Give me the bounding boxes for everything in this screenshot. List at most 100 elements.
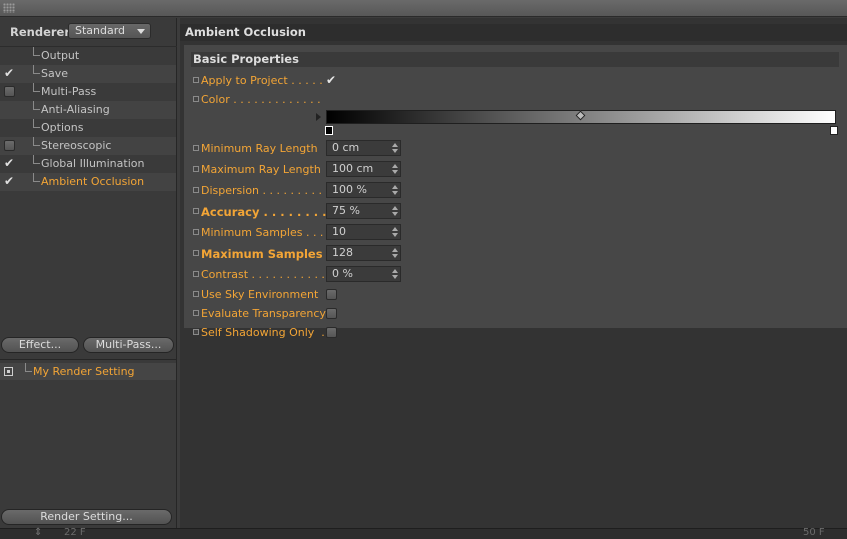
apply-to-project-checkbox[interactable]: ✔ — [326, 73, 336, 87]
timeline-start-frame: 22 F — [64, 527, 86, 538]
timeline-spinner-icon[interactable]: ⇕ — [34, 527, 42, 538]
spinner-icon[interactable] — [392, 143, 398, 153]
group-title: Basic Properties — [191, 52, 839, 67]
effect-button[interactable]: Effect... — [1, 337, 79, 353]
multi-pass-button[interactable]: Multi-Pass... — [83, 337, 174, 353]
self-shadowing-label: Self Shadowing Only . — [201, 326, 325, 339]
timeline-end-frame: 50 F — [803, 527, 825, 538]
field-value: 100 % — [332, 183, 367, 196]
accuracy-row: Accuracy . . . . . . . . . . 75 % — [193, 202, 843, 221]
spinner-icon[interactable] — [392, 269, 398, 279]
dispersion-field[interactable]: 100 % — [326, 182, 401, 198]
accuracy-label: Accuracy . . . . . . . . . . — [201, 205, 344, 219]
grip-icon[interactable] — [3, 3, 15, 13]
min-ray-length-row: Minimum Ray Length 0 cm — [193, 139, 843, 158]
self-shadowing-checkbox[interactable] — [326, 327, 337, 338]
spinner-icon[interactable] — [392, 164, 398, 174]
tree-connector — [33, 83, 40, 92]
dispersion-row: Dispersion . . . . . . . . . . 100 % — [193, 181, 843, 200]
render-settings-sidebar: Renderer Standard Output ✔ Save Multi-Pa… — [0, 18, 177, 528]
spinner-icon[interactable] — [392, 248, 398, 258]
max-samples-row: Maximum Samples 128 — [193, 244, 843, 263]
gradient-knot-black[interactable] — [325, 126, 333, 135]
render-setting-label: My Render Setting — [33, 365, 135, 378]
basic-properties-group: Basic Properties Apply to Project . . . … — [184, 45, 847, 339]
evaluate-transparency-row: Evaluate Transparency — [193, 304, 843, 323]
checkmark-icon[interactable]: ✔ — [4, 67, 15, 79]
keyframe-dot-icon[interactable] — [193, 229, 199, 235]
settings-tree: Output ✔ Save Multi-Pass Anti-Aliasing O… — [0, 47, 176, 191]
max-ray-length-field[interactable]: 100 cm — [326, 161, 401, 177]
tree-item-global-illumination[interactable]: ✔ Global Illumination — [0, 155, 176, 173]
tree-item-label: Global Illumination — [41, 157, 145, 170]
keyframe-dot-icon[interactable] — [193, 271, 199, 277]
max-ray-length-row: Maximum Ray Length 100 cm — [193, 160, 843, 179]
tree-item-options[interactable]: Options — [0, 119, 176, 137]
checkmark-icon[interactable]: ✔ — [4, 157, 15, 169]
gradient-knot-white[interactable] — [830, 126, 838, 135]
renderer-dropdown[interactable]: Standard — [68, 23, 151, 39]
renderer-dropdown-value: Standard — [75, 24, 126, 37]
use-sky-environment-row: Use Sky Environment — [193, 285, 843, 304]
keyframe-dot-icon[interactable] — [193, 77, 199, 83]
checkbox[interactable] — [4, 140, 15, 151]
tree-connector — [33, 137, 40, 146]
max-samples-label: Maximum Samples — [201, 247, 323, 261]
tree-connector — [33, 155, 40, 164]
tree-item-multi-pass[interactable]: Multi-Pass — [0, 83, 176, 101]
evaluate-transparency-label: Evaluate Transparency — [201, 307, 326, 320]
tree-item-label: Anti-Aliasing — [41, 103, 110, 116]
min-samples-row: Minimum Samples . . . 10 — [193, 223, 843, 242]
keyframe-dot-icon[interactable] — [193, 145, 199, 151]
render-setting-icon — [4, 367, 13, 376]
window-titlebar — [0, 0, 847, 17]
accuracy-field[interactable]: 75 % — [326, 203, 401, 219]
contrast-label: Contrast . . . . . . . . . . . — [201, 268, 325, 281]
use-sky-environment-checkbox[interactable] — [326, 289, 337, 300]
tree-connector — [33, 173, 40, 182]
render-setting-button[interactable]: Render Setting... — [1, 509, 172, 525]
checkmark-icon[interactable]: ✔ — [4, 175, 15, 187]
keyframe-dot-icon[interactable] — [193, 329, 199, 335]
use-sky-environment-label: Use Sky Environment — [201, 288, 319, 301]
page-title: Ambient Occlusion — [180, 24, 847, 41]
min-ray-length-field[interactable]: 0 cm — [326, 140, 401, 156]
evaluate-transparency-checkbox[interactable] — [326, 308, 337, 319]
tree-item-ambient-occlusion[interactable]: ✔ Ambient Occlusion — [0, 173, 176, 191]
tree-item-save[interactable]: ✔ Save — [0, 65, 176, 83]
tree-item-stereoscopic[interactable]: Stereoscopic — [0, 137, 176, 155]
chevron-down-icon — [137, 29, 145, 34]
divider — [0, 359, 177, 360]
contrast-field[interactable]: 0 % — [326, 266, 401, 282]
max-samples-field[interactable]: 128 — [326, 245, 401, 261]
apply-to-project-row: Apply to Project . . . . . ✔ — [193, 71, 843, 90]
tree-connector — [33, 47, 40, 56]
tree-item-output[interactable]: Output — [0, 47, 176, 65]
checkbox[interactable] — [4, 86, 15, 97]
min-ray-length-label: Minimum Ray Length — [201, 142, 318, 155]
spinner-icon[interactable] — [392, 185, 398, 195]
field-value: 75 % — [332, 204, 360, 217]
color-row: Color . . . . . . . . . . . . . — [193, 90, 843, 109]
expand-arrow-icon[interactable] — [316, 113, 321, 121]
attributes-panel: Ambient Occlusion Basic Properties Apply… — [180, 18, 847, 528]
keyframe-dot-icon[interactable] — [193, 250, 199, 256]
field-value: 0 cm — [332, 141, 360, 154]
color-label: Color . . . . . . . . . . . . . — [201, 93, 321, 106]
tree-connector — [33, 101, 40, 110]
keyframe-dot-icon[interactable] — [193, 187, 199, 193]
tree-connector — [25, 363, 32, 372]
render-setting-item[interactable]: My Render Setting — [0, 363, 176, 380]
min-samples-field[interactable]: 10 — [326, 224, 401, 240]
spinner-icon[interactable] — [392, 227, 398, 237]
keyframe-dot-icon[interactable] — [193, 166, 199, 172]
keyframe-dot-icon[interactable] — [193, 208, 199, 214]
field-value: 0 % — [332, 267, 353, 280]
renderer-label: Renderer — [10, 25, 71, 39]
keyframe-dot-icon[interactable] — [193, 310, 199, 316]
tree-item-anti-aliasing[interactable]: Anti-Aliasing — [0, 101, 176, 119]
spinner-icon[interactable] — [392, 206, 398, 216]
keyframe-dot-icon[interactable] — [193, 291, 199, 297]
tree-item-label: Multi-Pass — [41, 85, 97, 98]
keyframe-dot-icon[interactable] — [193, 96, 199, 102]
